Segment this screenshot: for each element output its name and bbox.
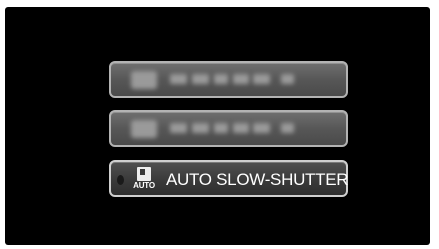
- obscured-text: [253, 74, 270, 84]
- obscured-text: [170, 123, 187, 133]
- menu-item-auto-slow-shutter[interactable]: AUTO AUTO SLOW-SHUTTER: [109, 160, 349, 197]
- obscured-icon: [131, 71, 157, 89]
- auto-slow-shutter-icon: AUTO: [131, 166, 157, 192]
- shutter-box-icon: [137, 167, 151, 181]
- selection-cursor-icon: [117, 175, 124, 185]
- obscured-text: [170, 74, 187, 84]
- obscured-text: [192, 123, 209, 133]
- obscured-text: [214, 123, 228, 133]
- obscured-text: [233, 74, 249, 84]
- obscured-text: [253, 123, 270, 133]
- obscured-text: [214, 74, 228, 84]
- obscured-text: [192, 74, 209, 84]
- obscured-text: [233, 123, 249, 133]
- camera-screen: AUTO AUTO SLOW-SHUTTER: [5, 7, 430, 245]
- auto-icon-text: AUTO: [133, 181, 155, 190]
- menu-item-obscured-1[interactable]: [109, 61, 348, 98]
- obscured-icon: [131, 120, 157, 138]
- menu-item-label: AUTO SLOW-SHUTTER: [166, 170, 349, 189]
- menu-item-obscured-2[interactable]: [109, 110, 348, 147]
- obscured-text: [281, 123, 294, 133]
- obscured-text: [281, 74, 294, 84]
